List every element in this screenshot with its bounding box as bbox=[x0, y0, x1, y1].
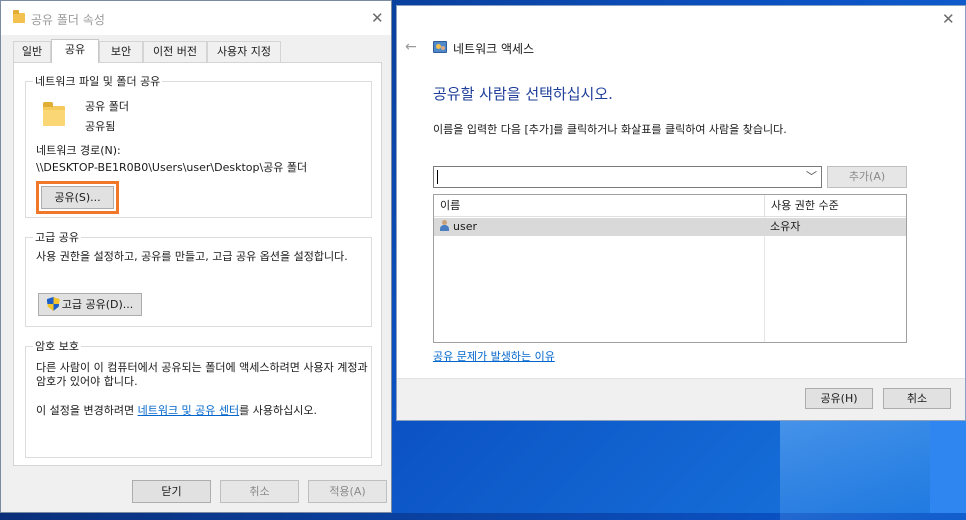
desktop-wallpaper-panel bbox=[930, 420, 966, 513]
close-icon[interactable]: ✕ bbox=[942, 10, 955, 28]
share-state: 공유됨 bbox=[85, 120, 116, 133]
row-name: user bbox=[453, 220, 477, 233]
folder-properties-dialog: 공유 폴더 속성 ✕ 일반 공유 보안 이전 버전 사용자 지정 네트워크 파일… bbox=[0, 0, 392, 513]
share-button[interactable]: 공유(H) bbox=[805, 388, 873, 409]
tab-previous-versions[interactable]: 이전 버전 bbox=[143, 41, 207, 62]
network-path-value: \\DESKTOP-BE1R0B0\Users\user\Desktop\공유 … bbox=[36, 161, 308, 174]
advanced-sharing-legend: 고급 공유 bbox=[35, 231, 79, 244]
person-name-combobox[interactable]: ﹀ bbox=[433, 166, 822, 188]
advanced-sharing-button[interactable]: 고급 공유(D)... bbox=[38, 293, 142, 316]
folder-name: 공유 폴더 bbox=[85, 100, 129, 113]
network-sharing-icon bbox=[433, 41, 447, 53]
share-button[interactable]: 공유(S)... bbox=[41, 186, 114, 209]
cancel-button[interactable]: 취소 bbox=[883, 388, 951, 409]
page-heading: 공유할 사람을 선택하십시오. bbox=[433, 85, 613, 103]
change-text-suffix: 를 사용하십시오. bbox=[239, 404, 317, 417]
cancel-button[interactable]: 취소 bbox=[220, 480, 299, 503]
advanced-sharing-button-label: 고급 공유(D)... bbox=[61, 298, 134, 311]
text-caret bbox=[437, 170, 438, 184]
title-bar: 공유 폴더 속성 ✕ bbox=[1, 1, 391, 35]
network-sharing-legend: 네트워크 파일 및 폴더 공유 bbox=[35, 75, 161, 88]
password-protection-change-text: 이 설정을 변경하려면 네트워크 및 공유 센터를 사용하십시오. bbox=[36, 404, 376, 418]
sharing-tab-panel: 네트워크 파일 및 폴더 공유 공유 폴더 공유됨 네트워크 경로(N): \\… bbox=[13, 62, 382, 466]
network-access-dialog: ✕ ← 네트워크 액세스 공유할 사람을 선택하십시오. 이름을 입력한 다음 … bbox=[396, 5, 966, 421]
network-path-label: 네트워크 경로(N): bbox=[36, 144, 121, 157]
change-text-prefix: 이 설정을 변경하려면 bbox=[36, 404, 138, 417]
uac-shield-icon bbox=[46, 297, 60, 311]
tab-sharing[interactable]: 공유 bbox=[51, 39, 99, 63]
close-icon[interactable]: ✕ bbox=[371, 9, 384, 27]
dialog-title: 네트워크 액세스 bbox=[453, 42, 535, 56]
row-name-cell: user bbox=[440, 218, 477, 236]
instruction-text: 이름을 입력한 다음 [추가]를 클릭하거나 화살표를 클릭하여 사람을 찾습니… bbox=[433, 123, 787, 136]
folder-icon bbox=[13, 10, 25, 23]
user-icon bbox=[440, 220, 449, 231]
row-permission-level[interactable]: 소유자 bbox=[770, 218, 800, 236]
folder-icon bbox=[43, 102, 65, 126]
apply-button[interactable]: 적용(A) bbox=[308, 480, 387, 503]
table-row[interactable]: user 소유자 bbox=[434, 218, 906, 236]
dialog-footer: 공유(H) 취소 bbox=[397, 378, 965, 420]
chevron-down-icon[interactable]: ﹀ bbox=[806, 168, 817, 184]
advanced-sharing-description: 사용 권한을 설정하고, 공유를 만들고, 고급 공유 옵션을 설정합니다. bbox=[36, 250, 348, 263]
tab-general[interactable]: 일반 bbox=[13, 41, 51, 62]
back-arrow-icon[interactable]: ← bbox=[405, 39, 417, 55]
sharing-help-link[interactable]: 공유 문제가 발생하는 이유 bbox=[433, 348, 555, 364]
password-protection-group: 암호 보호 bbox=[25, 338, 372, 458]
permissions-table: 이름 사용 권한 수준 user 소유자 bbox=[433, 194, 907, 343]
tab-customize[interactable]: 사용자 지정 bbox=[207, 41, 281, 62]
network-sharing-center-link[interactable]: 네트워크 및 공유 센터 bbox=[138, 404, 240, 417]
password-protection-legend: 암호 보호 bbox=[35, 340, 79, 353]
column-header-permission[interactable]: 사용 권한 수준 bbox=[765, 195, 906, 217]
tab-security[interactable]: 보안 bbox=[99, 41, 143, 62]
window-title: 공유 폴더 속성 bbox=[31, 13, 105, 27]
add-button[interactable]: 추가(A) bbox=[827, 166, 907, 188]
password-protection-description: 다른 사람이 이 컴퓨터에서 공유되는 폴더에 액세스하려면 사용자 계정과 암… bbox=[36, 361, 368, 388]
column-header-name[interactable]: 이름 bbox=[434, 195, 765, 217]
close-button[interactable]: 닫기 bbox=[132, 480, 211, 503]
